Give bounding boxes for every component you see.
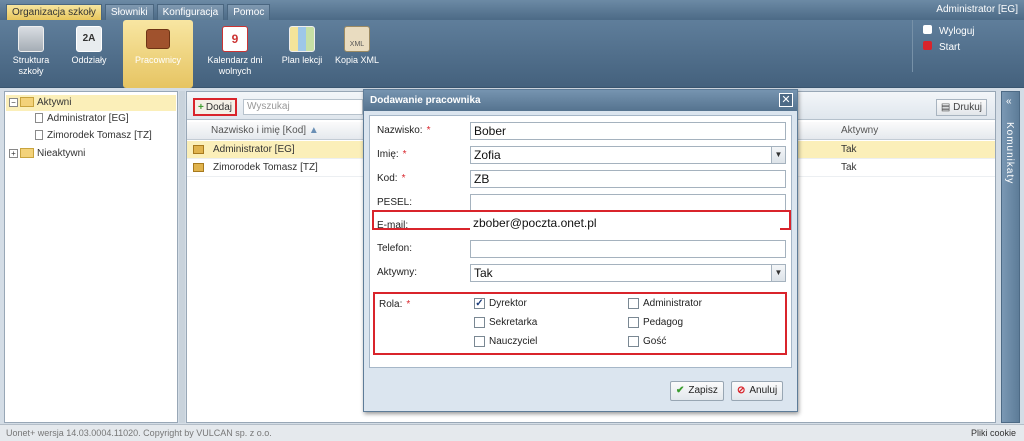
ribbon-plan-lekcji-button[interactable]: Plan lekcji (277, 20, 327, 88)
menu-tabs: Organizacja szkoły Słowniki Konfiguracja… (6, 4, 271, 20)
tree-node-aktywni[interactable]: − Aktywni (6, 95, 176, 111)
role-checkbox-administrator[interactable]: Administrator (628, 298, 702, 309)
tab-organizacja-szkoly[interactable]: Organizacja szkoły (6, 4, 102, 20)
role-checkbox-gosc[interactable]: Gość (628, 336, 666, 347)
employee-icon (193, 145, 204, 154)
cancel-icon: ⊘ (737, 385, 746, 396)
footer: Uonet+ wersja 14.03.0004.11020. Copyrigh… (0, 424, 1024, 441)
active-select[interactable]: Tak ▼ (470, 264, 786, 282)
tab-slowniki[interactable]: Słowniki (104, 4, 154, 20)
active-label: Aktywny: (377, 267, 418, 278)
person-icon (35, 113, 43, 124)
calendar-icon: 9 (222, 26, 248, 52)
pesel-label: PESEL: (377, 197, 413, 208)
home-icon (923, 41, 932, 50)
column-name-header[interactable]: Nazwisko i imię [Kod] ▲ (211, 125, 319, 136)
role-checkbox-sekretarka[interactable]: Sekretarka (474, 317, 537, 328)
role-label: Rola: * (379, 299, 411, 310)
folder-icon (20, 148, 34, 159)
briefcase-icon (146, 29, 170, 49)
xml-icon: XML (344, 26, 370, 52)
tab-konfiguracja[interactable]: Konfiguracja (156, 4, 225, 20)
surname-field[interactable]: Bober (470, 122, 786, 140)
code-label: Kod: * (377, 173, 406, 184)
phone-label: Telefon: (377, 243, 413, 254)
save-button[interactable]: ✔ Zapisz (670, 381, 724, 401)
employee-tree-panel: − Aktywni Administrator [EG] Zimorodek To… (4, 91, 178, 423)
dialog-title: Dodawanie pracownika (364, 90, 797, 111)
chevron-down-icon[interactable]: ▼ (771, 265, 785, 281)
double-chevron-left-icon[interactable]: « (1006, 96, 1012, 107)
chevron-down-icon[interactable]: ▼ (771, 147, 785, 163)
add-button[interactable]: + Dodaj (193, 98, 237, 116)
role-checkbox-pedagog[interactable]: Pedagog (628, 317, 683, 328)
cancel-button[interactable]: ⊘ Anuluj (731, 381, 784, 401)
dialog-form: Nazwisko: * Bober Imię: * Zofia ▼ Kod: * ZB … (369, 115, 792, 368)
phone-field[interactable] (470, 240, 786, 258)
email-field[interactable]: zbober@poczta.onet.pl (470, 217, 780, 231)
email-label: E-mail: (377, 220, 409, 231)
tree-node-administrator[interactable]: Administrator [EG] (35, 111, 129, 127)
plus-icon: + (198, 102, 204, 113)
cookies-link[interactable]: Pliki cookie (971, 425, 1016, 441)
checkmark-icon: ✔ (676, 385, 685, 396)
add-employee-dialog: Dodawanie pracownika ✕ Nazwisko: * Bober … (363, 89, 798, 412)
collapse-icon[interactable]: − (9, 97, 18, 107)
school-structure-icon (18, 26, 44, 52)
ribbon-struktura-szkoly-button[interactable]: Struktura szkoły (6, 20, 56, 88)
checkbox-checked-icon[interactable]: ✓ (474, 298, 485, 309)
firstname-label: Imię: * (377, 149, 407, 160)
logout-icon (923, 25, 932, 34)
logout-link[interactable]: Wyloguj (923, 25, 974, 37)
messages-sidebar[interactable]: « Komunikaty (1001, 91, 1020, 423)
session-panel: Wyloguj Start (912, 20, 1024, 72)
ribbon-kopia-xml-button[interactable]: XML Kopia XML (334, 20, 380, 88)
close-icon[interactable]: ✕ (779, 93, 793, 107)
ribbon-oddzialy-button[interactable]: 2A Oddziały (64, 20, 114, 88)
tree-node-zimorodek[interactable]: Zimorodek Tomasz [TZ] (35, 128, 152, 144)
tree-node-nieaktywni[interactable]: + Nieaktywni (9, 146, 85, 162)
current-user: Administrator [EG] (936, 4, 1018, 15)
panel-splitter[interactable] (179, 91, 185, 423)
role-checkbox-nauczyciel[interactable]: Nauczyciel (474, 336, 537, 347)
role-checkbox-dyrektor[interactable]: ✓ Dyrektor (474, 298, 527, 309)
ribbon-kalendarz-button[interactable]: 9 Kalendarz dni wolnych (200, 20, 270, 88)
start-link[interactable]: Start (923, 41, 960, 53)
tab-pomoc[interactable]: Pomoc (227, 4, 271, 20)
search-input[interactable]: Wyszukaj (243, 99, 363, 115)
firstname-select[interactable]: Zofia ▼ (470, 146, 786, 164)
folder-open-icon (20, 97, 34, 108)
role-highlight (373, 292, 787, 355)
sort-asc-icon: ▲ (308, 125, 319, 136)
printer-icon: ▤ (940, 102, 954, 113)
person-icon (35, 130, 43, 141)
ribbon-toolbar: Struktura szkoły 2A Oddziały Pracownicy … (0, 20, 1024, 88)
ribbon-pracownicy-button[interactable]: Pracownicy (123, 20, 193, 88)
top-bar: Organizacja szkoły Słowniki Konfiguracja… (0, 0, 1024, 20)
expand-icon[interactable]: + (9, 148, 18, 158)
employee-icon (193, 163, 204, 172)
surname-label: Nazwisko: * (377, 125, 431, 136)
class-icon: 2A (76, 26, 102, 52)
timetable-icon (289, 26, 315, 52)
code-field[interactable]: ZB (470, 170, 786, 188)
column-active-header[interactable]: Aktywny (841, 125, 878, 136)
version-text: Uonet+ wersja 14.03.0004.11020. Copyrigh… (6, 428, 272, 438)
print-button[interactable]: ▤ Drukuj (935, 99, 987, 116)
